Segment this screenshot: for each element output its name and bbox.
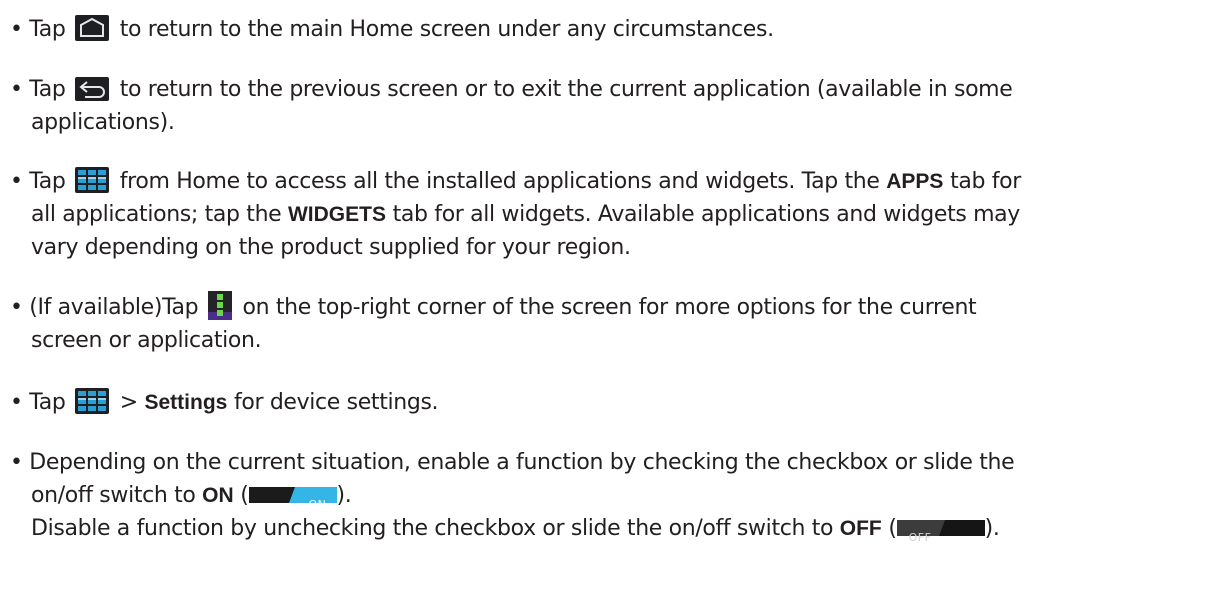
home-icon <box>75 15 110 41</box>
bullet-switch: • Depending on the current situation, en… <box>10 446 1226 545</box>
all-apps-grid-icon <box>75 388 110 414</box>
line: vary depending on the product supplied f… <box>31 235 631 260</box>
widgets-tab-label: WIDGETS <box>287 203 386 226</box>
bullet-all-apps: • Tap from Home to access all the instal… <box>10 165 1226 264</box>
text: • Tap <box>10 77 73 102</box>
line: • Tap to return to the previous screen o… <box>10 73 1226 106</box>
on-label: ON <box>202 484 234 507</box>
bullet-menu: • (If available)Tap on the top-right cor… <box>10 291 1226 357</box>
line: Disable a function by unchecking the che… <box>10 512 1226 545</box>
text: ( <box>881 516 897 541</box>
text: to return to the main Home screen under … <box>113 17 774 42</box>
text: tab for <box>943 169 1021 194</box>
text: • (If available)Tap <box>10 295 205 320</box>
off-switch-label: OFF <box>908 531 932 544</box>
line: • (If available)Tap on the top-right cor… <box>10 291 1226 324</box>
line: applications). <box>31 110 175 135</box>
settings-label: Settings <box>144 391 228 414</box>
line: all applications; tap the WIDGETS tab fo… <box>10 198 1226 231</box>
text: Disable a function by unchecking the che… <box>31 516 840 541</box>
text: on the top-right corner of the screen fo… <box>235 295 977 320</box>
apps-tab-label: APPS <box>886 170 944 193</box>
bullet-settings: • Tap > Settings for device settings. <box>10 386 1226 419</box>
text: ( <box>233 483 249 508</box>
text: on/off switch to <box>31 483 203 508</box>
text: ). <box>984 516 1000 541</box>
all-apps-grid-icon <box>75 167 110 193</box>
text: tab for all widgets. Available applicati… <box>385 202 1021 227</box>
text: all applications; tap the <box>31 202 288 227</box>
bullet-back: • Tap to return to the previous screen o… <box>10 73 1226 139</box>
text: • Tap <box>10 17 73 42</box>
line: • Tap to return to the main Home screen … <box>10 13 1226 46</box>
text: for device settings. <box>227 390 439 415</box>
off-label: OFF <box>839 517 882 540</box>
menu-overflow-icon <box>207 291 232 320</box>
back-icon <box>75 77 110 101</box>
text: from Home to access all the installed ap… <box>113 169 887 194</box>
on-switch-label: ON <box>308 498 327 511</box>
line: screen or application. <box>31 328 262 353</box>
line: • Tap > Settings for device settings. <box>10 386 1226 419</box>
line: • Depending on the current situation, en… <box>10 450 1015 475</box>
text: • Tap <box>10 390 73 415</box>
line: on/off switch to ON (ON). <box>10 479 1226 512</box>
text: • Tap <box>10 169 73 194</box>
line: • Tap from Home to access all the instal… <box>10 165 1226 198</box>
on-switch-icon: ON <box>248 487 337 511</box>
text: to return to the previous screen or to e… <box>113 77 1013 102</box>
off-switch-icon: OFF <box>896 520 985 544</box>
text: ). <box>336 483 352 508</box>
bullet-home: • Tap to return to the main Home screen … <box>10 13 1226 46</box>
text: > <box>113 390 145 415</box>
